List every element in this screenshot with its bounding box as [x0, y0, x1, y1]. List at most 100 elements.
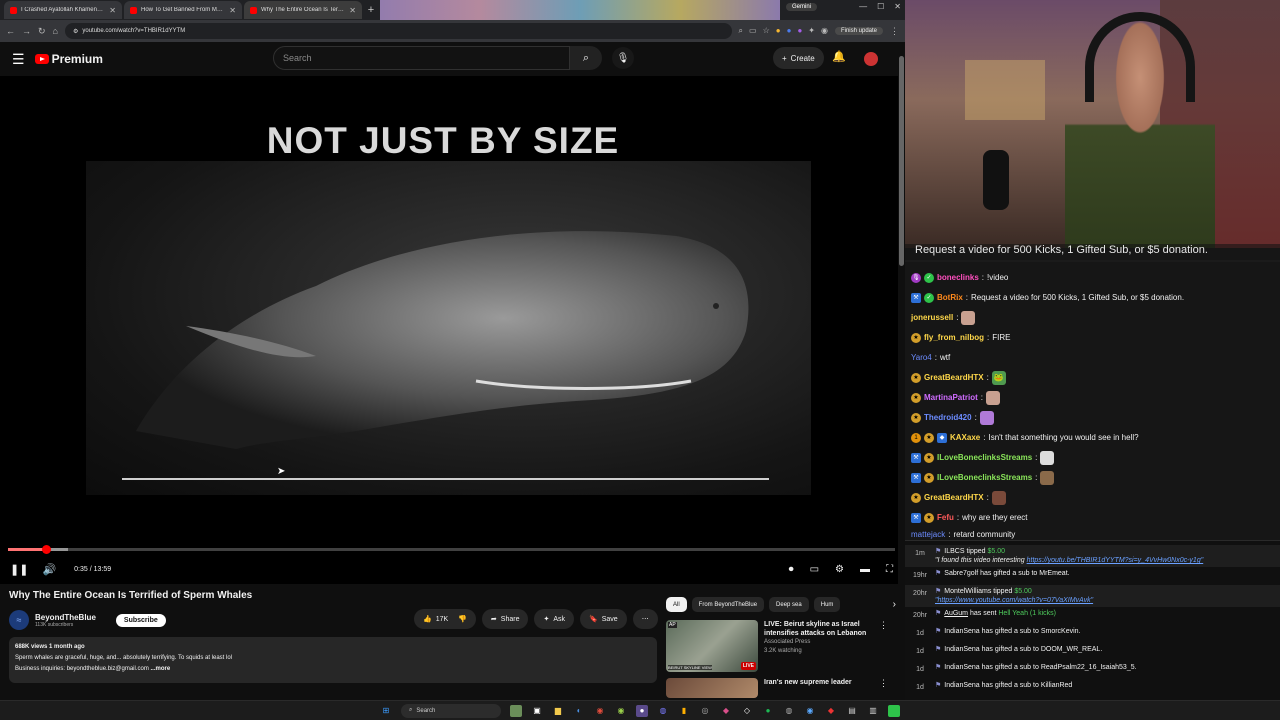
channel-avatar[interactable]: ≈: [9, 610, 29, 630]
app-icon[interactable]: ◉: [804, 705, 816, 717]
chip-hum[interactable]: Hum: [813, 597, 841, 612]
close-window-icon[interactable]: ✕: [894, 2, 901, 11]
rec-title[interactable]: Iran's new supreme leader: [764, 678, 876, 687]
volume-icon[interactable]: 🔊: [42, 563, 56, 576]
search-button[interactable]: ⌕: [570, 46, 602, 70]
chat-username[interactable]: boneclinks: [937, 273, 979, 283]
forward-icon[interactable]: →: [22, 26, 31, 36]
spotify-icon[interactable]: ●: [762, 705, 774, 717]
obs-icon[interactable]: ●: [636, 704, 648, 717]
chat-username[interactable]: GreatBeardHTX: [924, 373, 984, 383]
chat-username[interactable]: Fefu: [937, 513, 954, 523]
back-icon[interactable]: ←: [6, 26, 15, 36]
like-button[interactable]: 👍 17K 👎: [414, 609, 476, 629]
more-actions-button[interactable]: ⋯: [632, 609, 658, 629]
thumbs-down-icon[interactable]: 👎: [458, 615, 467, 623]
search-input[interactable]: Search: [273, 46, 570, 70]
app-icon[interactable]: ◉: [615, 705, 627, 717]
close-tab-icon[interactable]: ✕: [109, 6, 116, 15]
browser-menu-icon[interactable]: ⋮: [890, 26, 899, 37]
subscribe-button[interactable]: Subscribe: [115, 613, 166, 627]
reload-icon[interactable]: ↻: [38, 26, 46, 37]
chevron-right-icon[interactable]: ›: [893, 599, 896, 610]
create-button[interactable]: + Create: [773, 47, 824, 69]
rec-title[interactable]: LIVE: Beirut skyline as Israel intensifi…: [764, 620, 876, 638]
app-icon[interactable]: ◆: [720, 705, 732, 717]
taskbar-search[interactable]: ⌕ Search: [401, 703, 501, 718]
chat-username[interactable]: jonerussell: [911, 313, 953, 323]
chat-username[interactable]: BotRix: [937, 293, 963, 303]
chip-all[interactable]: All: [666, 597, 687, 612]
voice-search-button[interactable]: 🎙: [612, 47, 634, 69]
theater-mode-icon[interactable]: ▬: [860, 564, 870, 575]
share-button[interactable]: ➦ Share: [481, 609, 529, 629]
site-info-icon[interactable]: ⚙: [73, 28, 78, 35]
video-progress-bar[interactable]: [8, 545, 895, 554]
cast-icon[interactable]: ▭: [749, 26, 757, 36]
app-icon[interactable]: ▥: [867, 705, 879, 717]
minimize-icon[interactable]: —: [859, 2, 867, 11]
fullscreen-icon[interactable]: ⛶: [886, 564, 893, 575]
video-player[interactable]: NOT JUST BY SIZE ➤ ❚❚ 🔊 0:35 / 13:59 ⏺ ▭: [0, 76, 903, 584]
settings-gear-icon[interactable]: ⚙: [835, 564, 844, 575]
discord-icon[interactable]: ◍: [657, 705, 669, 717]
description-box[interactable]: 688K views 1 month ago Sperm whales are …: [9, 637, 657, 683]
edge-icon[interactable]: ◐: [573, 705, 585, 717]
browser-tab-2[interactable]: How To Get Banned From MGM... ✕: [124, 1, 242, 19]
hamburger-menu-icon[interactable]: ☰: [12, 51, 25, 68]
pause-icon[interactable]: ❚❚: [10, 563, 28, 576]
extension-icon[interactable]: ●: [776, 26, 781, 36]
more-link[interactable]: ...more: [151, 666, 171, 672]
recommended-video[interactable]: Iran's new supreme leader ⋮: [666, 678, 896, 698]
rec-channel[interactable]: Associated Press: [764, 638, 876, 647]
url-field[interactable]: ⚙ youtube.com/watch?v=THBIR1dYYTM: [64, 23, 732, 39]
youtube-premium-logo[interactable]: Premium: [34, 52, 103, 66]
puzzle-icon[interactable]: ✦: [808, 26, 815, 36]
widget-icon[interactable]: [510, 704, 522, 717]
chat-username[interactable]: mattejack: [911, 530, 945, 540]
chat-username[interactable]: ILoveBoneclinksStreams: [937, 473, 1032, 483]
finish-update-button[interactable]: Finish update: [834, 27, 883, 35]
channel-name[interactable]: BeyondTheBlue: [35, 613, 96, 622]
chat-username[interactable]: Thedroid420: [924, 413, 972, 423]
new-tab-button[interactable]: +: [364, 4, 378, 16]
account-avatar[interactable]: [864, 52, 878, 66]
chip-from-channel[interactable]: From BeyondTheBlue: [691, 597, 765, 612]
more-options-icon[interactable]: ⋮: [879, 620, 888, 631]
page-scrollbar[interactable]: [898, 48, 905, 698]
ask-button[interactable]: ✦ Ask: [534, 609, 575, 629]
zoom-icon[interactable]: ⌕: [739, 26, 743, 36]
recommended-video[interactable]: AP BEIRUT SKYLINE VIEW LIVE LIVE: Beirut…: [666, 620, 896, 672]
app-icon[interactable]: ◆: [825, 705, 837, 717]
video-thumbnail[interactable]: [666, 678, 758, 698]
maximize-icon[interactable]: ☐: [877, 2, 884, 11]
bookmark-star-icon[interactable]: ☆: [763, 26, 770, 36]
video-thumbnail[interactable]: AP BEIRUT SKYLINE VIEW LIVE: [666, 620, 758, 672]
chat-username[interactable]: fly_from_nilbog: [924, 333, 984, 343]
gemini-button[interactable]: Gemini: [786, 3, 818, 11]
chrome-icon[interactable]: ◉: [594, 705, 606, 717]
scrubber-handle[interactable]: [41, 545, 51, 554]
file-explorer-icon[interactable]: ▆: [552, 705, 564, 717]
chat-username[interactable]: KAXaxe: [950, 433, 980, 443]
home-icon[interactable]: ⌂: [53, 26, 58, 36]
close-tab-icon[interactable]: ✕: [229, 6, 236, 15]
folder-icon[interactable]: ▮: [678, 705, 690, 717]
steam-icon[interactable]: ◎: [699, 705, 711, 717]
profile-icon[interactable]: ◉: [821, 26, 828, 36]
notifications-bell-icon[interactable]: 🔔: [832, 50, 846, 63]
app-icon[interactable]: ◍: [783, 705, 795, 717]
chat-username[interactable]: GreatBeardHTX: [924, 493, 984, 503]
chip-deep-sea[interactable]: Deep sea: [769, 597, 809, 612]
extension-icon[interactable]: ●: [787, 26, 792, 36]
autoplay-toggle-icon[interactable]: ⏺: [789, 564, 794, 575]
chat-username[interactable]: Yaro4: [911, 353, 932, 363]
browser-tab-3[interactable]: Why The Entire Ocean Is Terrified...✕: [244, 1, 362, 19]
scrollbar-thumb[interactable]: [899, 56, 904, 266]
browser-tab-1[interactable]: I Crashed Ayatollah Khamenei's... ✕: [4, 1, 122, 19]
more-options-icon[interactable]: ⋮: [879, 678, 888, 689]
app-icon[interactable]: ▤: [846, 705, 858, 717]
extension-icon[interactable]: ●: [797, 26, 802, 36]
chat-username[interactable]: MartinaPatriot: [924, 393, 978, 403]
task-view-icon[interactable]: ▣: [531, 705, 543, 717]
